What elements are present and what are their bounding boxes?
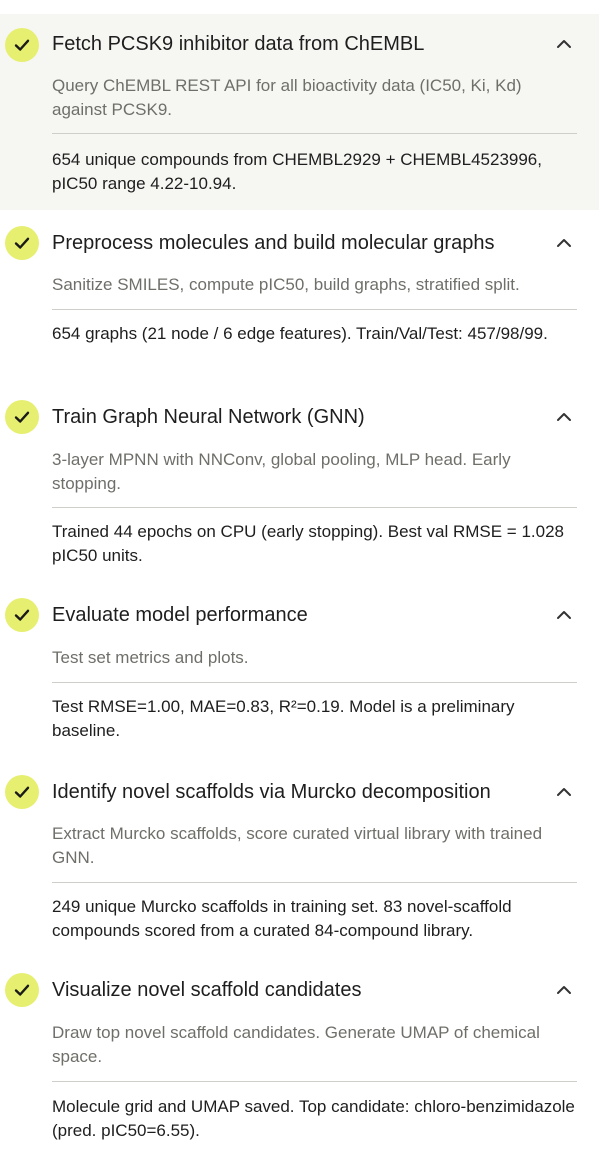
step-visualize: Visualize novel scaffold candidates Draw… bbox=[0, 954, 599, 1164]
step-title[interactable]: Visualize novel scaffold candidates bbox=[52, 977, 539, 1003]
step-title[interactable]: Evaluate model performance bbox=[52, 602, 539, 628]
step-description: 3-layer MPNN with NNConv, global pooling… bbox=[52, 450, 511, 493]
divider bbox=[52, 507, 577, 508]
chevron-up-icon[interactable] bbox=[555, 981, 573, 999]
step-result: 654 unique compounds from CHEMBL2929 + C… bbox=[52, 150, 542, 193]
step-scaffolds: Identify novel scaffolds via Murcko deco… bbox=[0, 756, 599, 954]
chevron-up-icon[interactable] bbox=[555, 234, 573, 252]
check-icon bbox=[5, 598, 39, 632]
step-description: Draw top novel scaffold candidates. Gene… bbox=[52, 1023, 540, 1066]
divider bbox=[52, 309, 577, 310]
step-title[interactable]: Train Graph Neural Network (GNN) bbox=[52, 404, 539, 430]
check-icon bbox=[5, 775, 39, 809]
chevron-up-icon[interactable] bbox=[555, 408, 573, 426]
check-icon bbox=[5, 973, 39, 1007]
step-title[interactable]: Fetch PCSK9 inhibitor data from ChEMBL bbox=[52, 31, 539, 57]
step-fetch-data: Fetch PCSK9 inhibitor data from ChEMBL Q… bbox=[0, 14, 599, 210]
divider bbox=[52, 682, 577, 683]
step-description: Sanitize SMILES, compute pIC50, build gr… bbox=[52, 275, 520, 294]
task-step-list: Fetch PCSK9 inhibitor data from ChEMBL Q… bbox=[0, 0, 599, 1176]
step-preprocess: Preprocess molecules and build molecular… bbox=[0, 210, 599, 384]
step-result: Trained 44 epochs on CPU (early stopping… bbox=[52, 522, 564, 565]
step-title[interactable]: Identify novel scaffolds via Murcko deco… bbox=[52, 779, 539, 805]
divider bbox=[52, 1081, 577, 1082]
divider bbox=[52, 882, 577, 883]
step-description: Test set metrics and plots. bbox=[52, 648, 249, 667]
check-icon bbox=[5, 400, 39, 434]
chevron-up-icon[interactable] bbox=[555, 606, 573, 624]
check-icon bbox=[5, 226, 39, 260]
step-result: Molecule grid and UMAP saved. Top candid… bbox=[52, 1097, 575, 1140]
step-train-gnn: Train Graph Neural Network (GNN) 3-layer… bbox=[0, 384, 599, 582]
step-result: Test RMSE=1.00, MAE=0.83, R²=0.19. Model… bbox=[52, 697, 515, 740]
step-description: Query ChEMBL REST API for all bioactivit… bbox=[52, 76, 522, 119]
check-icon bbox=[5, 28, 39, 62]
step-evaluate: Evaluate model performance Test set metr… bbox=[0, 582, 599, 756]
step-result: 249 unique Murcko scaffolds in training … bbox=[52, 897, 512, 940]
step-title[interactable]: Preprocess molecules and build molecular… bbox=[52, 230, 539, 256]
step-description: Extract Murcko scaffolds, score curated … bbox=[52, 824, 543, 867]
step-result: 654 graphs (21 node / 6 edge features). … bbox=[52, 324, 548, 343]
chevron-up-icon[interactable] bbox=[555, 783, 573, 801]
divider bbox=[52, 133, 577, 134]
chevron-up-icon[interactable] bbox=[555, 35, 573, 53]
